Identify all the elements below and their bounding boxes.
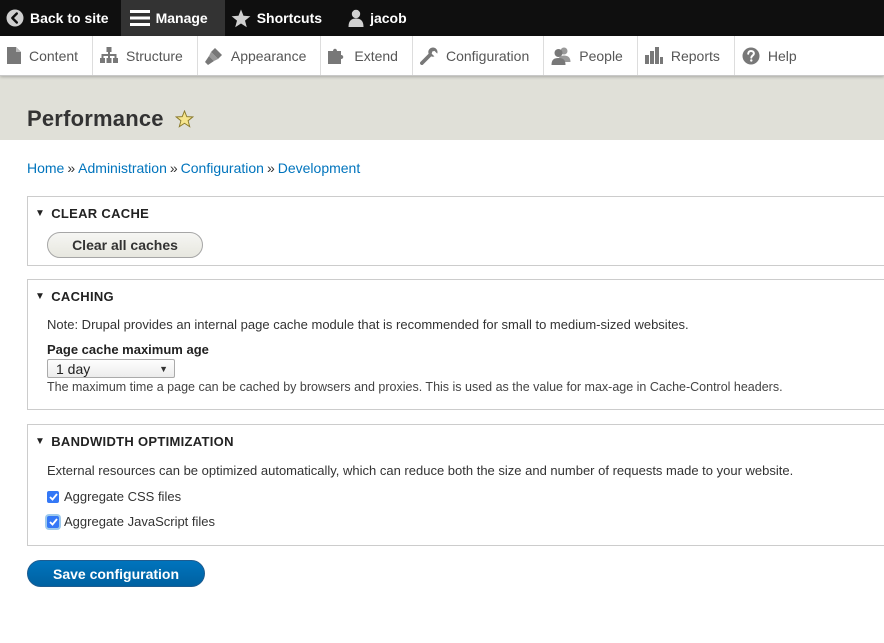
aggregate-js-row: Aggregate JavaScript files bbox=[47, 514, 884, 529]
puzzle-icon bbox=[328, 48, 344, 64]
user-icon bbox=[348, 9, 364, 27]
user-label: jacob bbox=[370, 10, 407, 26]
shortcut-star-icon[interactable] bbox=[175, 110, 195, 128]
paintbrush-icon bbox=[204, 47, 222, 65]
tray-item-label: Configuration bbox=[445, 47, 530, 64]
bandwidth-summary[interactable]: ▼ Bandwidth optimization bbox=[28, 425, 884, 449]
caching-summary[interactable]: ▼ Caching bbox=[28, 280, 884, 304]
page-header: Performance bbox=[0, 76, 884, 140]
breadcrumb-separator: » bbox=[169, 160, 178, 176]
checkmark-icon bbox=[48, 492, 58, 501]
help-icon bbox=[742, 47, 760, 64]
tray-item-label: Appearance bbox=[230, 47, 307, 64]
tray-item-label: Reports bbox=[670, 47, 720, 64]
tray-item-label: Help bbox=[767, 47, 797, 64]
caching-note: Note: Drupal provides an internal page c… bbox=[47, 317, 689, 332]
tray-item-appearance[interactable]: Appearance bbox=[198, 36, 322, 75]
aggregate-css-row: Aggregate CSS files bbox=[47, 489, 884, 504]
page-cache-description: The maximum time a page can be cached by… bbox=[47, 380, 783, 394]
collapse-triangle-icon: ▼ bbox=[35, 436, 46, 447]
collapse-triangle-icon: ▼ bbox=[35, 291, 46, 302]
page-cache-max-age-select[interactable]: 1 day ▼ bbox=[47, 359, 175, 378]
admin-toolbar: Back to site Manage Shortcuts jacob bbox=[0, 0, 884, 36]
tray-item-label: Extend bbox=[354, 47, 398, 64]
wrench-icon bbox=[419, 47, 438, 65]
clear-cache-title: Clear cache bbox=[51, 206, 150, 221]
tray-item-label: Structure bbox=[126, 47, 183, 64]
back-to-site-label: Back to site bbox=[30, 10, 109, 26]
clear-cache-section: ▼ Clear cache Clear all caches bbox=[27, 196, 884, 266]
bandwidth-title: Bandwidth optimization bbox=[51, 434, 234, 449]
caching-title: Caching bbox=[51, 289, 114, 304]
select-value: 1 day bbox=[56, 360, 91, 377]
star-icon bbox=[231, 9, 251, 27]
breadcrumb-development[interactable]: Development bbox=[278, 160, 361, 176]
page-cache-max-age-label: Page cache maximum age bbox=[47, 342, 209, 357]
aggregate-js-label[interactable]: Aggregate JavaScript files bbox=[64, 514, 215, 529]
manage-tab[interactable]: Manage bbox=[120, 0, 225, 36]
back-to-site-link[interactable]: Back to site bbox=[0, 0, 121, 36]
aggregate-js-checkbox[interactable] bbox=[47, 515, 59, 528]
clear-all-caches-button[interactable]: Clear all caches bbox=[47, 232, 203, 258]
shortcuts-tab[interactable]: Shortcuts bbox=[225, 0, 334, 36]
tray-item-structure[interactable]: Structure bbox=[93, 36, 198, 75]
manage-label: Manage bbox=[155, 10, 208, 26]
page-title: Performance bbox=[27, 106, 164, 131]
tray-item-label: People bbox=[579, 47, 623, 64]
tray-item-help[interactable]: Help bbox=[735, 36, 811, 75]
user-tab[interactable]: jacob bbox=[334, 0, 419, 36]
checkmark-icon bbox=[48, 517, 58, 526]
breadcrumb-administration[interactable]: Administration bbox=[78, 160, 167, 176]
breadcrumb-separator: » bbox=[67, 160, 76, 176]
tray-item-content[interactable]: Content bbox=[0, 36, 94, 75]
aggregate-css-checkbox[interactable] bbox=[47, 490, 59, 503]
bar-chart-icon bbox=[644, 47, 663, 64]
file-icon bbox=[7, 47, 21, 64]
aggregate-css-label[interactable]: Aggregate CSS files bbox=[64, 489, 181, 504]
collapse-triangle-icon: ▼ bbox=[35, 208, 46, 219]
hamburger-icon bbox=[129, 10, 150, 26]
admin-menu-tray: Content Structure Appearance Extend Conf… bbox=[0, 36, 884, 76]
breadcrumb-home[interactable]: Home bbox=[27, 160, 64, 176]
caching-section: ▼ Caching Note: Drupal provides an inter… bbox=[27, 279, 884, 410]
bandwidth-optimization-section: ▼ Bandwidth optimization External resour… bbox=[27, 424, 884, 546]
tray-item-extend[interactable]: Extend bbox=[321, 36, 413, 75]
tray-item-people[interactable]: People bbox=[544, 36, 638, 75]
back-arrow-icon bbox=[6, 9, 24, 27]
tray-item-reports[interactable]: Reports bbox=[638, 36, 735, 75]
clear-cache-summary[interactable]: ▼ Clear cache bbox=[28, 197, 884, 221]
tray-item-label: Content bbox=[29, 47, 79, 64]
breadcrumb-configuration[interactable]: Configuration bbox=[181, 160, 264, 176]
people-icon bbox=[551, 47, 571, 65]
tray-item-configuration[interactable]: Configuration bbox=[413, 36, 545, 75]
bandwidth-description: External resources can be optimized auto… bbox=[47, 463, 794, 478]
breadcrumb: Home» Administration» Configuration» Develo… bbox=[0, 140, 884, 196]
shortcuts-label: Shortcuts bbox=[256, 10, 323, 26]
sitemap-icon bbox=[100, 47, 119, 63]
save-configuration-button[interactable]: Save configuration bbox=[27, 560, 205, 587]
breadcrumb-separator: » bbox=[266, 160, 275, 176]
dropdown-arrow-icon: ▼ bbox=[159, 363, 168, 374]
